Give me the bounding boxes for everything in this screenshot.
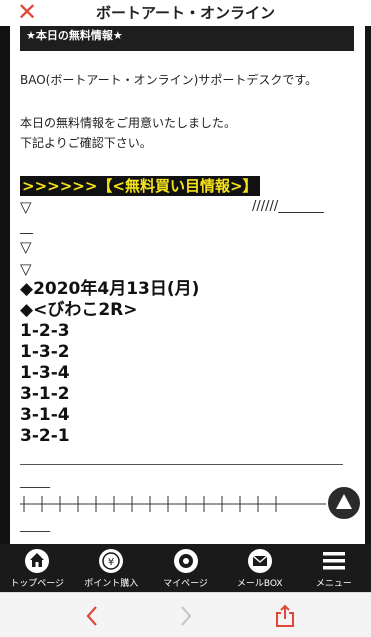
confirm-text: 下記よりご確認下さい。	[20, 136, 152, 150]
nav-item-mailbox[interactable]: メールBOX	[223, 544, 297, 592]
nav-label: マイページ	[163, 579, 208, 589]
back-icon[interactable]	[80, 603, 106, 629]
nav-item-buy-points[interactable]: ¥ ポイント購入	[74, 544, 148, 592]
dash-separator: _____	[20, 474, 50, 488]
arrow-up-icon	[336, 494, 352, 509]
menu-icon	[322, 552, 345, 570]
share-icon[interactable]	[272, 603, 298, 629]
pick-item: 3-1-2	[20, 384, 70, 404]
tick-ruler-divider	[20, 496, 340, 512]
dash-separator: __	[20, 220, 33, 235]
forward-icon[interactable]	[172, 603, 198, 629]
nav-label: トップページ	[10, 579, 65, 589]
home-icon	[25, 549, 50, 573]
mail-icon	[247, 549, 272, 573]
scroll-to-top-button[interactable]	[326, 485, 362, 521]
slash-separator: //////_______	[252, 199, 324, 214]
race-name: ◆<びわこ2R>	[20, 300, 138, 320]
pick-item: 1-3-4	[20, 363, 70, 383]
app-header: ✕ ボートアート・オンライン	[0, 0, 371, 26]
pick-item: 3-1-4	[20, 405, 70, 425]
notice-text: 本日の無料情報をご用意いたしました。	[20, 116, 237, 130]
right-background-strip	[365, 26, 371, 544]
triangle-marker: ▽	[20, 198, 32, 216]
nav-label: ポイント購入	[84, 579, 139, 589]
nav-label: メニュー	[315, 579, 352, 589]
triangle-marker: ▽	[20, 238, 32, 256]
nav-label: メールBOX	[236, 579, 283, 589]
svg-text:¥: ¥	[108, 557, 114, 568]
left-background-strip	[0, 26, 10, 544]
pick-item: 1-2-3	[20, 321, 70, 341]
browser-toolbar	[0, 592, 371, 637]
triangle-marker: ▽	[20, 260, 32, 278]
free-info-banner: ★本日の無料情報★	[20, 26, 354, 51]
coin-icon: ¥	[99, 549, 124, 573]
free-picks-heading: >>>>>>【<無料買い目情報>】	[20, 176, 260, 196]
message-content[interactable]: ★本日の無料情報★ BAO(ボートアート・オンライン)サポートデスクです。 本日…	[10, 26, 365, 544]
bottom-nav: トップページ ¥ ポイント購入 マイページ メールBOX メニュー	[0, 544, 371, 592]
intro-text: BAO(ボートアート・オンライン)サポートデスクです。	[20, 73, 318, 87]
divider-line	[20, 464, 343, 465]
gear-icon	[173, 549, 198, 573]
nav-item-menu[interactable]: メニュー	[297, 544, 371, 592]
page-title: ボートアート・オンライン	[95, 4, 276, 22]
nav-item-my-page[interactable]: マイページ	[148, 544, 222, 592]
race-date: ◆2020年4月13日(月)	[20, 279, 200, 299]
pick-item: 1-3-2	[20, 342, 70, 362]
pick-item: 3-2-1	[20, 426, 70, 446]
dash-separator: _____	[20, 518, 50, 532]
nav-item-top-page[interactable]: トップページ	[0, 544, 74, 592]
